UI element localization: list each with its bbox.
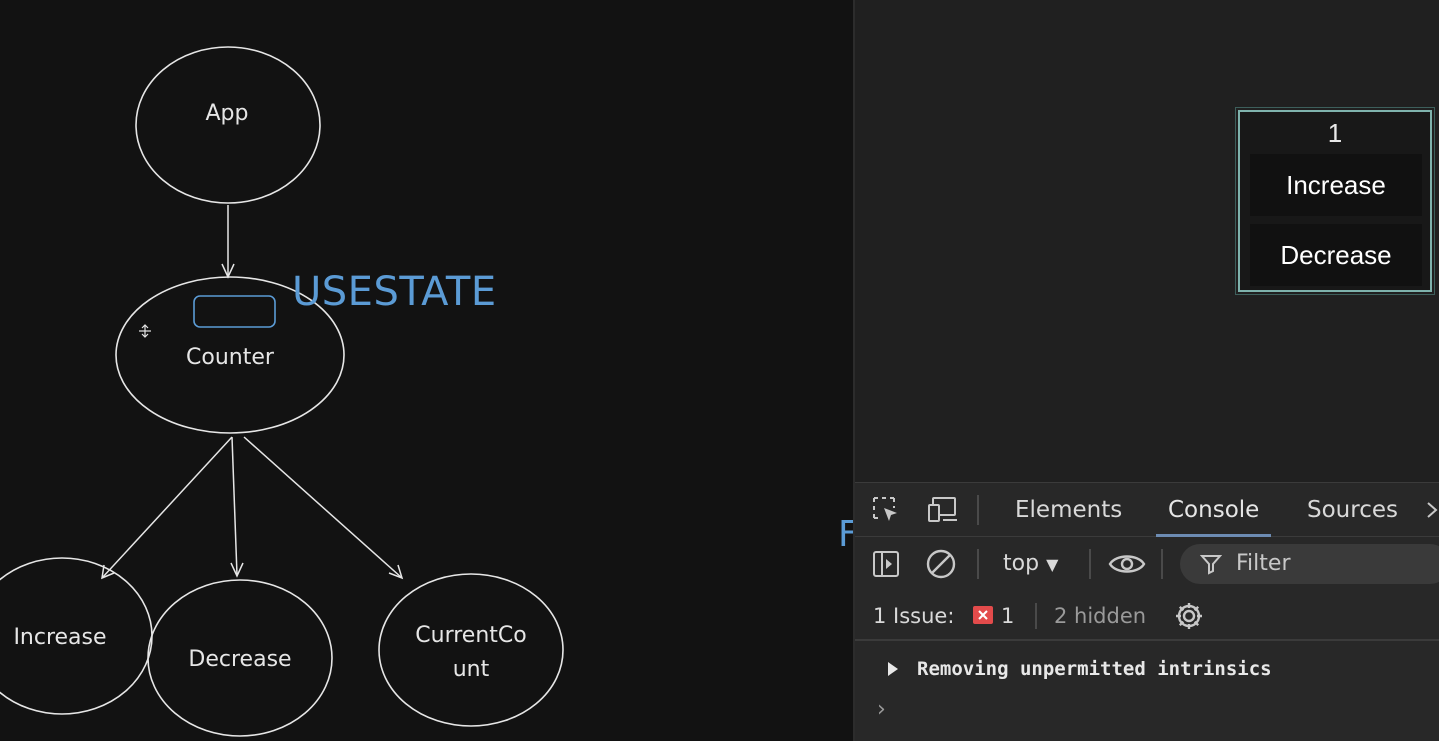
filter-placeholder: Filter xyxy=(1236,551,1291,576)
usestate-annotation: USESTATE xyxy=(292,269,497,315)
tab-elements[interactable]: Elements xyxy=(1015,483,1122,537)
browser-viewport: 1 Increase Decrease xyxy=(855,0,1439,482)
counter-widget: 1 Increase Decrease xyxy=(1235,107,1435,295)
component-tree-diagram: App Counter USESTATE Increase Decrease C… xyxy=(0,46,564,737)
tab-sources[interactable]: Sources xyxy=(1307,483,1398,537)
toolbar-separator xyxy=(977,495,979,525)
expand-triangle-icon[interactable] xyxy=(885,659,901,679)
filter-icon xyxy=(1200,553,1222,575)
count-display: 1 xyxy=(1327,118,1343,148)
state-box[interactable] xyxy=(193,295,276,328)
console-toolbar: top ▼ Filter xyxy=(855,537,1439,591)
arrow-counter-currentcount xyxy=(243,436,404,580)
whiteboard-canvas[interactable]: App Counter USESTATE Increase Decrease C… xyxy=(0,0,854,741)
toolbar-separator xyxy=(1161,549,1163,579)
arrow-counter-increase xyxy=(101,436,233,580)
context-value: top xyxy=(1003,551,1040,576)
devtools-tabbar: Elements Console Sources xyxy=(855,483,1439,537)
gear-icon[interactable] xyxy=(1173,600,1205,632)
currentcount-node-label-line2: unt xyxy=(453,657,490,682)
filter-input[interactable]: Filter xyxy=(1180,544,1439,584)
currentcount-node[interactable] xyxy=(378,573,564,727)
console-prompt[interactable]: › xyxy=(877,697,886,722)
eye-icon[interactable] xyxy=(1107,549,1147,579)
chevron-down-icon: ▼ xyxy=(1046,555,1059,574)
tab-console[interactable]: Console xyxy=(1155,483,1272,537)
toolbar-separator xyxy=(977,549,979,579)
counter-node-label: Counter xyxy=(186,345,275,370)
app-node-label: App xyxy=(206,101,249,126)
issue-count[interactable]: 1 xyxy=(1001,591,1014,641)
decrease-node-label: Decrease xyxy=(188,647,291,672)
more-tabs-icon[interactable] xyxy=(1425,497,1439,523)
devtools-panel: Elements Console Sources top ▼ Filter 1 … xyxy=(855,482,1439,741)
console-message-text: Removing unpermitted intrinsics xyxy=(917,658,1272,680)
inspect-element-icon[interactable] xyxy=(869,495,903,525)
arrow-counter-decrease xyxy=(230,436,244,578)
toolbar-separator xyxy=(1089,549,1091,579)
error-issue-icon[interactable] xyxy=(973,606,993,624)
increase-button[interactable]: Increase xyxy=(1250,154,1422,216)
device-toolbar-icon[interactable] xyxy=(925,495,961,525)
arrow-app-counter xyxy=(221,205,235,279)
sidebar-toggle-icon[interactable] xyxy=(871,549,901,579)
context-select[interactable]: top ▼ xyxy=(1003,537,1058,591)
console-message-row[interactable]: Removing unpermitted intrinsics xyxy=(855,651,1439,687)
issues-separator xyxy=(1035,603,1037,629)
move-cursor-icon xyxy=(139,324,151,338)
currentcount-node-label-line1: CurrentCo xyxy=(415,623,526,648)
hidden-issues-count[interactable]: 2 hidden xyxy=(1054,591,1146,641)
issues-label[interactable]: 1 Issue: xyxy=(873,591,954,641)
decrease-button[interactable]: Decrease xyxy=(1250,224,1422,286)
increase-node-label: Increase xyxy=(13,625,106,650)
issues-bar: 1 Issue: 1 2 hidden xyxy=(855,591,1439,641)
clear-console-icon[interactable] xyxy=(925,549,957,579)
